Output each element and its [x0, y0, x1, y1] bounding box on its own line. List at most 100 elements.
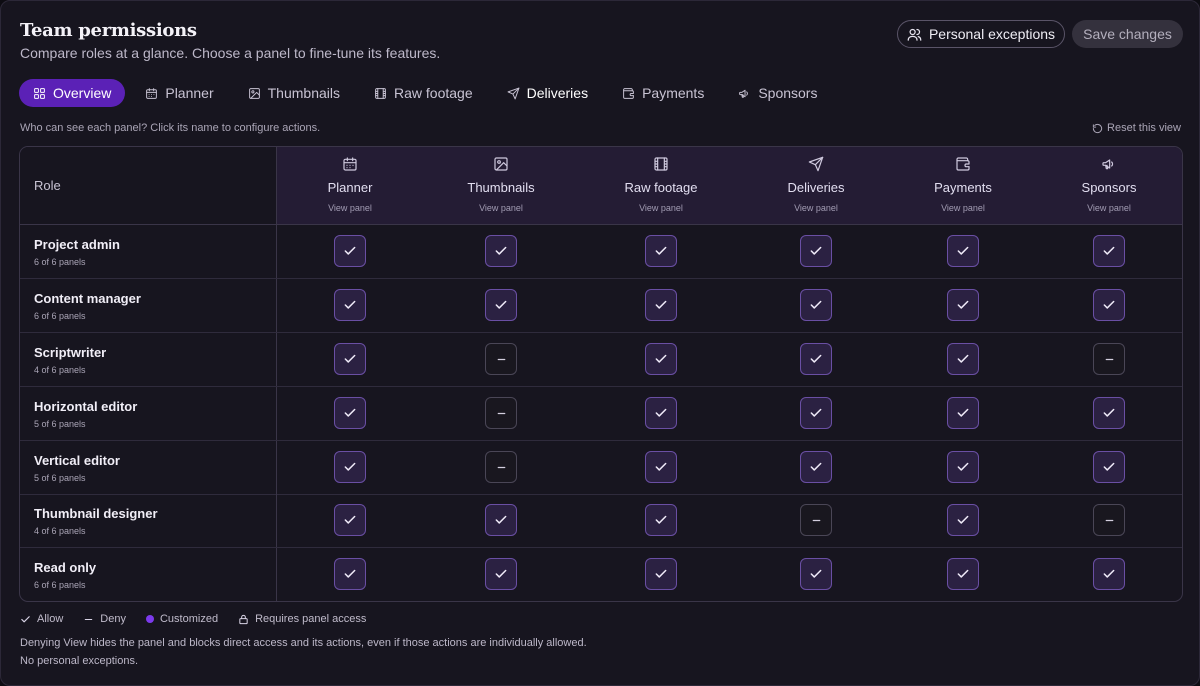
permission-toggle-allow[interactable] [334, 235, 366, 267]
tab-raw-footage[interactable]: Raw footage [360, 79, 487, 107]
permission-toggle-allow[interactable] [800, 397, 832, 429]
permissions-window: Team permissions Compare roles at a glan… [0, 0, 1200, 686]
tab-sponsors[interactable]: Sponsors [724, 79, 831, 107]
role-panel-count: 6 of 6 panels [34, 311, 86, 321]
check-icon [654, 567, 668, 581]
permission-toggle-allow[interactable] [800, 289, 832, 321]
check-icon [956, 406, 970, 420]
column-name: Raw footage [624, 180, 698, 195]
check-icon [654, 513, 668, 527]
role-cell: Vertical editor 5 of 6 panels [20, 441, 277, 494]
permission-toggle-deny[interactable] [485, 343, 517, 375]
permission-toggle-allow[interactable] [334, 343, 366, 375]
permission-toggle-allow[interactable] [800, 235, 832, 267]
column-header-raw-footage[interactable]: Raw footage View panel [586, 147, 736, 224]
personal-exceptions-button[interactable]: Personal exceptions [897, 20, 1065, 48]
permission-toggle-allow[interactable] [334, 289, 366, 321]
permission-toggle-deny[interactable] [485, 451, 517, 483]
check-icon [1102, 298, 1116, 312]
save-changes-button[interactable]: Save changes [1072, 20, 1183, 48]
legend-requires-label: Requires panel access [255, 613, 367, 625]
permission-toggle-allow[interactable] [947, 235, 979, 267]
permission-toggle-allow[interactable] [800, 451, 832, 483]
role-name: Scriptwriter [34, 345, 107, 360]
permission-toggle-allow[interactable] [485, 289, 517, 321]
column-name: Sponsors [1081, 180, 1137, 195]
permission-toggle-allow[interactable] [645, 343, 677, 375]
legend-customized: Customized [145, 613, 218, 625]
permission-toggle-allow[interactable] [1093, 289, 1125, 321]
column-name: Deliveries [787, 180, 845, 195]
film-icon [586, 156, 736, 174]
permission-toggle-allow[interactable] [334, 397, 366, 429]
column-header-planner[interactable]: Planner View panel [275, 147, 425, 224]
column-header-deliveries[interactable]: Deliveries View panel [741, 147, 891, 224]
permission-toggle-allow[interactable] [1093, 397, 1125, 429]
permission-toggle-allow[interactable] [334, 451, 366, 483]
tab-label: Planner [165, 85, 214, 101]
image-icon [248, 87, 261, 100]
role-panel-count: 5 of 6 panels [34, 473, 86, 483]
tab-planner[interactable]: Planner [131, 79, 227, 107]
permission-toggle-allow[interactable] [800, 558, 832, 590]
tab-deliveries[interactable]: Deliveries [493, 79, 602, 107]
permission-toggle-allow[interactable] [645, 451, 677, 483]
send-icon [741, 156, 891, 174]
permission-toggle-allow[interactable] [800, 343, 832, 375]
permission-toggle-allow[interactable] [645, 289, 677, 321]
permission-toggle-allow[interactable] [947, 397, 979, 429]
permission-toggle-allow[interactable] [334, 558, 366, 590]
check-icon [956, 460, 970, 474]
check-icon [654, 244, 668, 258]
permission-toggle-allow[interactable] [947, 289, 979, 321]
check-icon [654, 460, 668, 474]
column-sub: View panel [639, 203, 683, 213]
role-cell: Thumbnail designer 4 of 6 panels [20, 494, 277, 547]
check-icon [343, 460, 357, 474]
permission-toggle-allow[interactable] [1093, 235, 1125, 267]
tab-thumbnails[interactable]: Thumbnails [234, 79, 354, 107]
megaphone-icon [738, 87, 751, 100]
permission-toggle-allow[interactable] [947, 343, 979, 375]
permission-toggle-allow[interactable] [1093, 558, 1125, 590]
check-icon [654, 406, 668, 420]
permission-toggle-deny[interactable] [1093, 343, 1125, 375]
table-row: Project admin 6 of 6 panels [20, 225, 1182, 279]
permission-toggle-allow[interactable] [947, 558, 979, 590]
permission-toggle-allow[interactable] [485, 504, 517, 536]
wallet-icon [622, 87, 635, 100]
column-sub: View panel [794, 203, 838, 213]
reset-view-button[interactable]: Reset this view [1092, 122, 1181, 134]
permission-toggle-allow[interactable] [334, 504, 366, 536]
tab-label: Overview [53, 85, 112, 101]
permission-toggle-allow[interactable] [1093, 451, 1125, 483]
column-header-thumbnails[interactable]: Thumbnails View panel [426, 147, 576, 224]
tab-payments[interactable]: Payments [608, 79, 718, 107]
permission-toggle-deny[interactable] [485, 397, 517, 429]
table-row: Thumbnail designer 4 of 6 panels [20, 494, 1182, 548]
exceptions-note: No personal exceptions. [20, 655, 139, 667]
role-panel-count: 4 of 6 panels [34, 526, 86, 536]
permission-toggle-allow[interactable] [947, 504, 979, 536]
role-cell: Read only 6 of 6 panels [20, 548, 277, 601]
column-header-sponsors[interactable]: Sponsors View panel [1034, 147, 1182, 224]
check-icon [494, 567, 508, 581]
tab-overview[interactable]: Overview [19, 79, 126, 107]
column-header-payments[interactable]: Payments View panel [888, 147, 1038, 224]
lock-icon [238, 614, 249, 625]
role-name: Project admin [34, 237, 120, 252]
image-icon [426, 156, 576, 174]
table-row: Vertical editor 5 of 6 panels [20, 441, 1182, 495]
role-name: Thumbnail designer [34, 506, 158, 521]
permission-toggle-deny[interactable] [1093, 504, 1125, 536]
permission-toggle-allow[interactable] [645, 235, 677, 267]
permission-toggle-allow[interactable] [645, 558, 677, 590]
permission-toggle-deny[interactable] [800, 504, 832, 536]
permission-toggle-allow[interactable] [485, 235, 517, 267]
permission-toggle-allow[interactable] [485, 558, 517, 590]
permission-toggle-allow[interactable] [645, 397, 677, 429]
permission-toggle-allow[interactable] [947, 451, 979, 483]
permission-toggle-allow[interactable] [645, 504, 677, 536]
role-name: Content manager [34, 291, 141, 306]
column-name: Planner [327, 180, 373, 195]
